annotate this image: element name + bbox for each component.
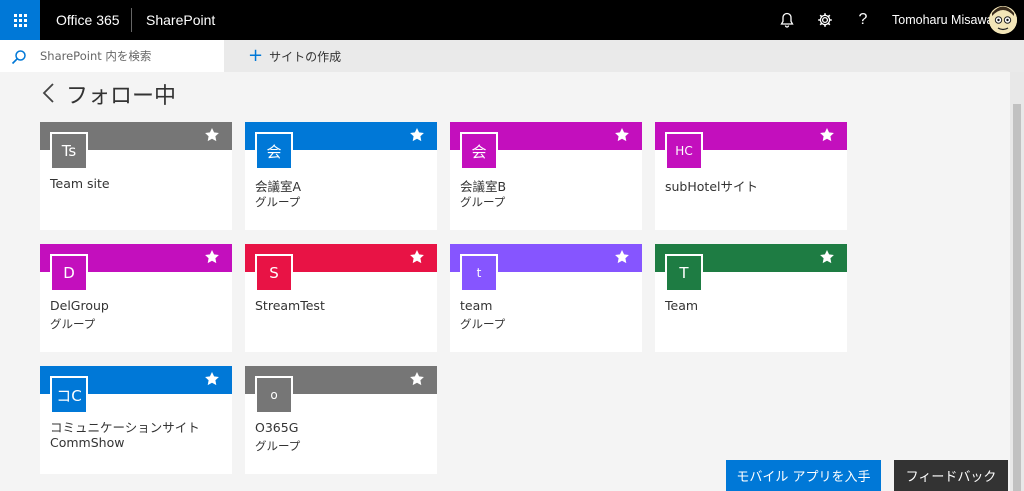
site-card[interactable]: t team グループ bbox=[450, 244, 642, 352]
site-card[interactable]: 会 会議室A グループ bbox=[245, 122, 437, 230]
page-title: フォロー中 bbox=[66, 84, 177, 109]
waffle-icon[interactable] bbox=[0, 0, 40, 40]
site-name: Team bbox=[665, 298, 699, 313]
site-card[interactable]: HC subHotelサイト bbox=[655, 122, 847, 230]
star-icon[interactable] bbox=[819, 127, 835, 143]
site-type: グループ bbox=[255, 195, 301, 209]
site-card[interactable]: o O365G グループ bbox=[245, 366, 437, 474]
star-icon[interactable] bbox=[614, 127, 630, 143]
site-card[interactable]: S StreamTest bbox=[245, 244, 437, 352]
back-arrow-icon[interactable] bbox=[41, 82, 57, 104]
site-name: subHotelサイト bbox=[665, 179, 758, 194]
bell-icon[interactable] bbox=[775, 8, 799, 32]
divider bbox=[131, 8, 132, 32]
search-input[interactable]: SharePoint 内を検索 bbox=[0, 40, 224, 72]
site-name-line2: CommShow bbox=[50, 435, 125, 450]
create-site-label: サイトの作成 bbox=[269, 49, 342, 64]
star-icon[interactable] bbox=[204, 127, 220, 143]
star-icon[interactable] bbox=[614, 249, 630, 265]
site-logo: T bbox=[665, 254, 703, 292]
site-logo: 会 bbox=[460, 132, 498, 170]
scrollbar[interactable] bbox=[1010, 72, 1024, 491]
site-logo: Ts bbox=[50, 132, 88, 170]
site-name: StreamTest bbox=[255, 298, 325, 313]
site-card[interactable]: Ts Team site bbox=[40, 122, 232, 230]
site-name: Team site bbox=[50, 176, 110, 191]
site-type: グループ bbox=[460, 317, 506, 331]
help-icon[interactable]: ? bbox=[851, 8, 875, 32]
site-logo: コC bbox=[50, 376, 88, 414]
star-icon[interactable] bbox=[204, 371, 220, 387]
site-logo: t bbox=[460, 254, 498, 292]
search-placeholder: SharePoint 内を検索 bbox=[40, 49, 152, 63]
site-logo: 会 bbox=[255, 132, 293, 170]
command-bar: SharePoint 内を検索 + サイトの作成 bbox=[0, 40, 1024, 72]
suite-bar: Office 365 SharePoint ? Tomoharu Misawa bbox=[0, 0, 1024, 40]
site-logo: HC bbox=[665, 132, 703, 170]
site-type: グループ bbox=[50, 317, 96, 331]
site-type: グループ bbox=[255, 439, 301, 453]
scrollbar-thumb[interactable] bbox=[1013, 104, 1021, 491]
site-card[interactable]: 会 会議室B グループ bbox=[450, 122, 642, 230]
site-type: グループ bbox=[460, 195, 506, 209]
avatar[interactable] bbox=[989, 6, 1017, 34]
star-icon[interactable] bbox=[409, 127, 425, 143]
site-logo: D bbox=[50, 254, 88, 292]
star-icon[interactable] bbox=[409, 371, 425, 387]
gear-icon[interactable] bbox=[813, 8, 837, 32]
search-icon bbox=[11, 50, 26, 65]
star-icon[interactable] bbox=[819, 249, 835, 265]
user-name[interactable]: Tomoharu Misawa bbox=[892, 0, 993, 40]
create-site-button[interactable]: + サイトの作成 bbox=[248, 40, 341, 72]
site-name: DelGroup bbox=[50, 298, 109, 313]
star-icon[interactable] bbox=[204, 249, 220, 265]
site-card[interactable]: T Team bbox=[655, 244, 847, 352]
get-mobile-app-button[interactable]: モバイル アプリを入手 bbox=[726, 460, 881, 491]
site-logo: S bbox=[255, 254, 293, 292]
site-logo: o bbox=[255, 376, 293, 414]
star-icon[interactable] bbox=[409, 249, 425, 265]
site-card[interactable]: D DelGroup グループ bbox=[40, 244, 232, 352]
feedback-button[interactable]: フィードバック bbox=[894, 460, 1008, 491]
site-name-line1: コミュニケーションサイト bbox=[50, 420, 200, 435]
site-name: O365G bbox=[255, 420, 299, 435]
site-name: コミュニケーションサイト CommShow bbox=[50, 420, 200, 450]
site-name: team bbox=[460, 298, 493, 313]
site-card[interactable]: コC コミュニケーションサイト CommShow bbox=[40, 366, 232, 474]
app-name-sharepoint[interactable]: SharePoint bbox=[146, 0, 215, 40]
plus-icon: + bbox=[248, 45, 264, 66]
site-name: 会議室A bbox=[255, 179, 302, 194]
site-name: 会議室B bbox=[460, 179, 507, 194]
office-365-brand[interactable]: Office 365 bbox=[56, 0, 120, 40]
